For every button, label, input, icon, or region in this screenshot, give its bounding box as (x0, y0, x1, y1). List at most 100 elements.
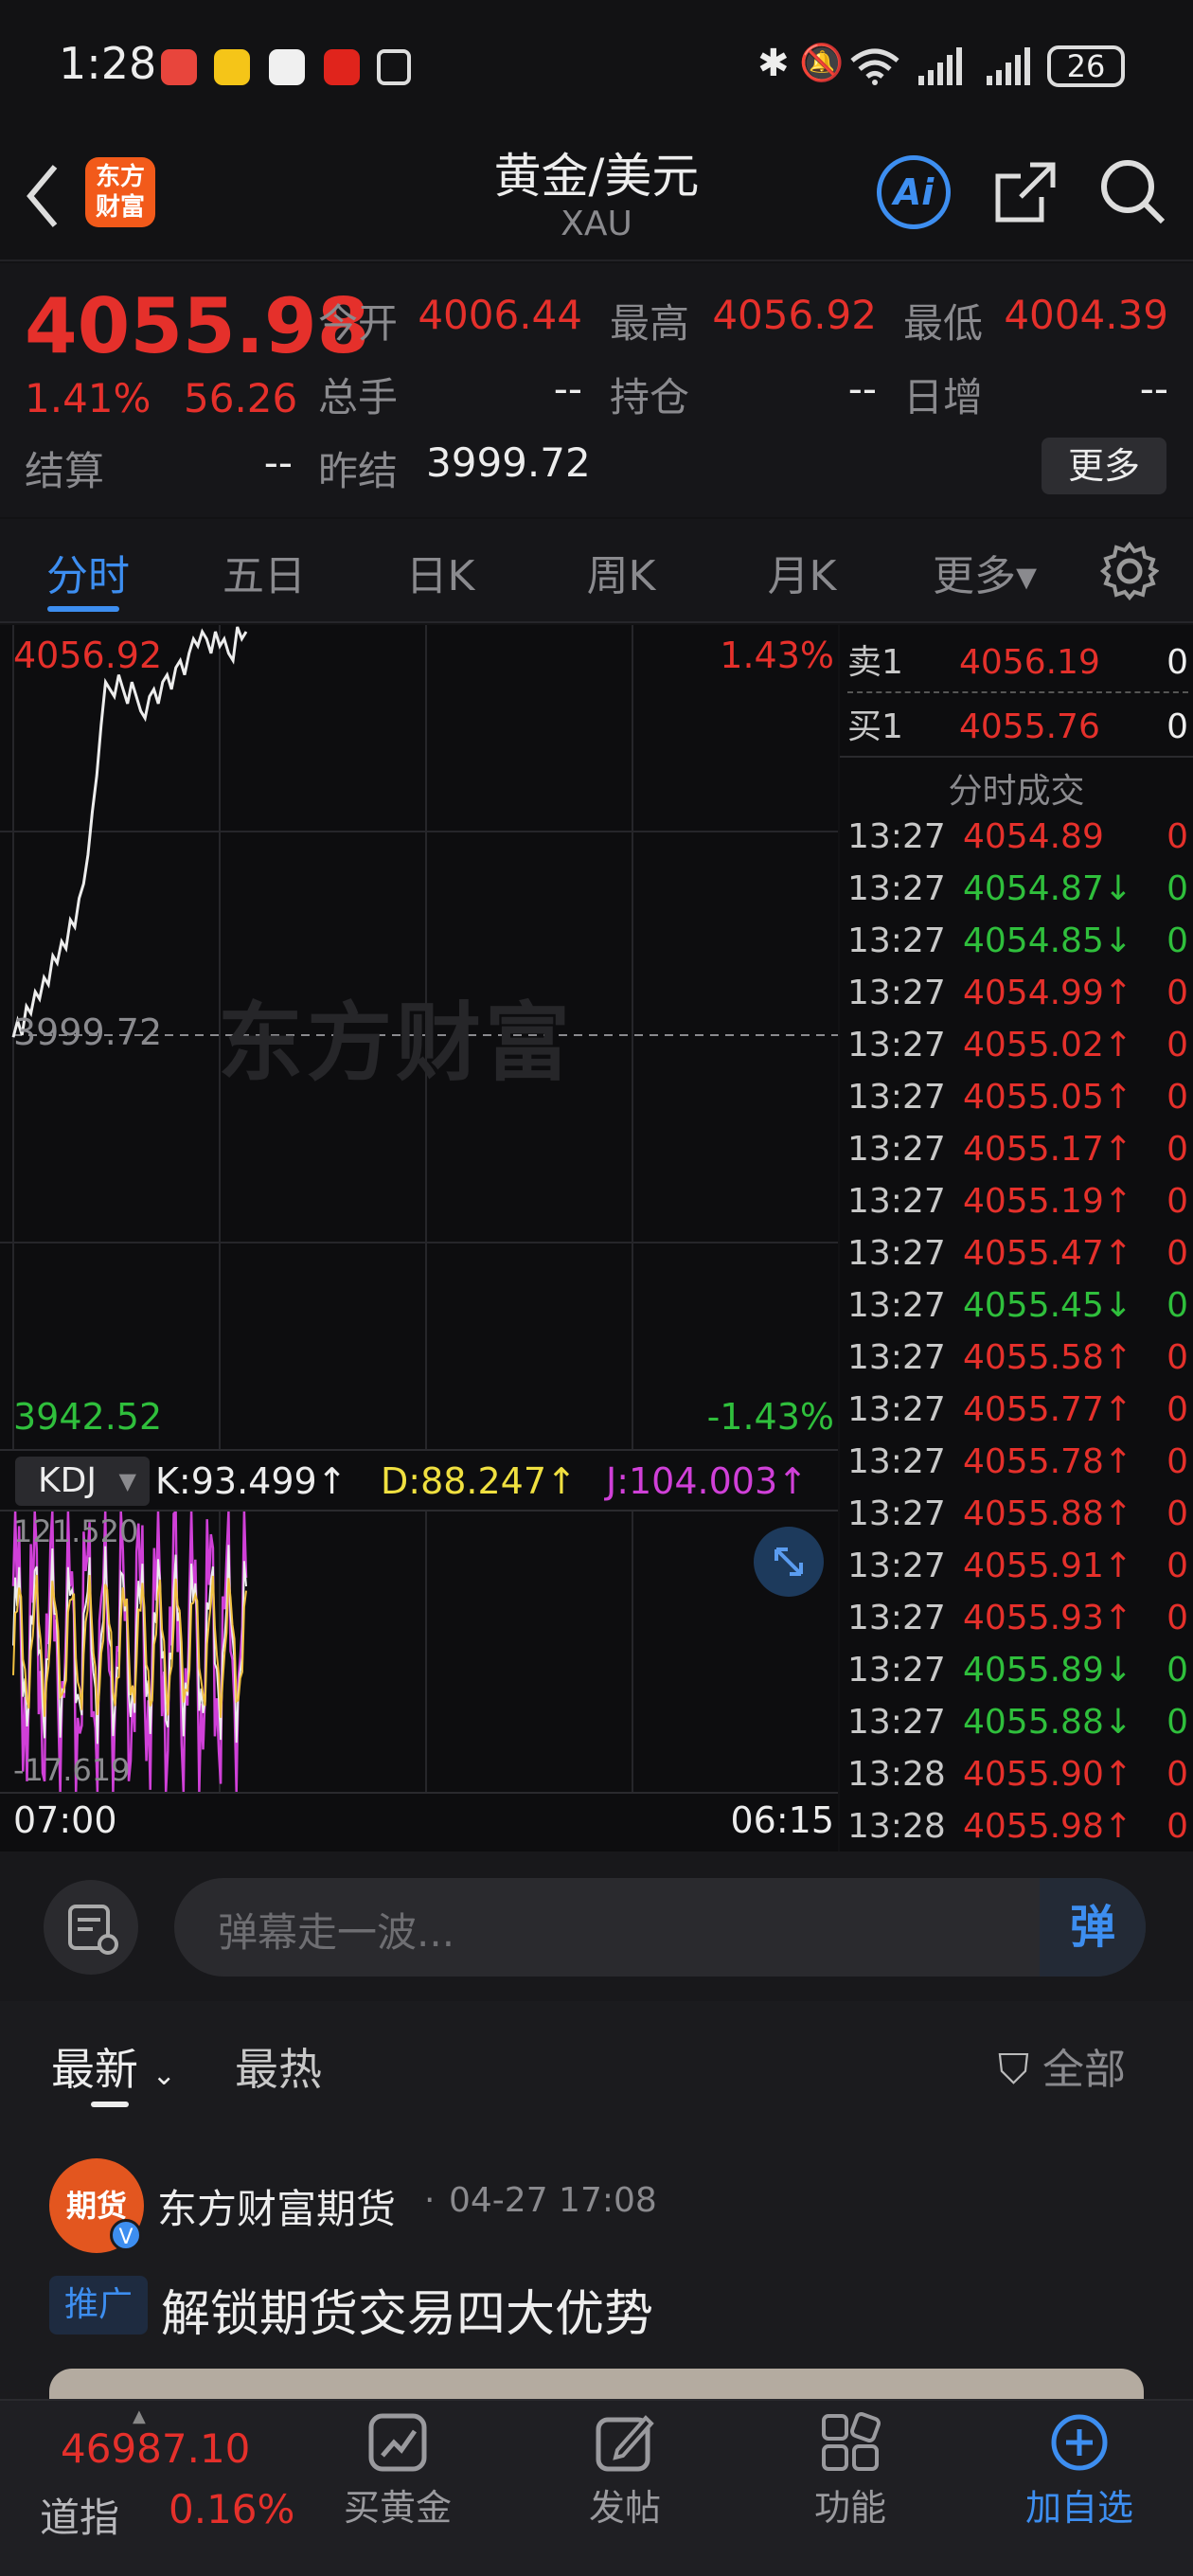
ask-volume: 0 (1166, 643, 1188, 682)
nav-add-watchlist-label: 加自选 (1024, 2487, 1133, 2529)
add-circle-icon (1051, 2414, 1108, 2471)
search-icon[interactable] (1098, 157, 1166, 225)
indicator-select[interactable]: KDJ ▼ (15, 1457, 150, 1506)
tab-weekly-k[interactable]: 周K (528, 542, 714, 602)
trade-price-value: 4054.89 (963, 817, 1104, 856)
trade-time: 13:27 (847, 869, 946, 908)
trade-time: 13:28 (847, 1755, 946, 1794)
author-name[interactable]: 东方财富期货 (157, 2177, 396, 2235)
trade-price-value: 4055.17 (963, 1130, 1104, 1169)
nav-post-label: 发帖 (588, 2487, 661, 2529)
danmu-toggle-button[interactable] (44, 1880, 138, 1975)
trade-price-value: 4054.87 (963, 869, 1104, 908)
settings-icon[interactable] (1100, 542, 1159, 600)
chart-trend-icon (368, 2413, 427, 2472)
trade-arrow-icon: ↓ (1103, 1286, 1133, 1325)
ai-button[interactable]: Ai (877, 155, 951, 229)
trade-volume: 0 (1166, 1234, 1188, 1273)
tab-daily-k[interactable]: 日K (352, 542, 528, 602)
settle-value: -- (263, 439, 293, 486)
trade-arrow-icon: ↑ (1103, 1442, 1133, 1481)
tab-monthly-k[interactable]: 月K (714, 542, 890, 602)
danmu-send-button[interactable]: 弹 (1040, 1878, 1146, 1977)
trade-volume: 0 (1166, 1390, 1188, 1429)
daily-increase-value: -- (1139, 366, 1168, 412)
ask-row: 卖1 4056.19 0 (847, 636, 1188, 689)
trade-time: 13:27 (847, 1338, 946, 1377)
trade-row: 13:27 4055.45↓ 0 (847, 1279, 1188, 1332)
filter-button[interactable]: ⛉ 全部 (998, 2035, 1126, 2096)
volume-label: 总手 (318, 374, 399, 420)
weibo-icon (214, 49, 250, 85)
trade-row: 13:27 4055.93↑ 0 (847, 1592, 1188, 1644)
trade-time: 13:27 (847, 1130, 946, 1169)
watermark: 东方财富 (218, 993, 574, 1093)
trade-row: 13:27 4055.17↑ 0 (847, 1123, 1188, 1175)
status-time: 1:28 (59, 38, 157, 89)
trade-row: 13:27 4054.89 0 (847, 811, 1188, 863)
c-app-icon (324, 49, 360, 85)
trade-volume: 0 (1166, 1547, 1188, 1585)
tab-five-day[interactable]: 五日 (176, 542, 352, 602)
tab-hottest[interactable]: 最热 (235, 2035, 322, 2098)
time-start: 07:00 (13, 1799, 117, 1841)
nav-post[interactable]: 发帖 (549, 2401, 701, 2576)
more-button[interactable]: 更多 (1042, 438, 1166, 494)
trade-price-value: 4055.58 (963, 1338, 1104, 1377)
trade-price: 4055.88↑ (963, 1488, 1132, 1540)
nav-buy-gold[interactable]: 买黄金 (322, 2401, 473, 2576)
nav-functions[interactable]: 功能 (775, 2401, 926, 2576)
divider (0, 1449, 838, 1451)
time-end: 06:15 (730, 1799, 834, 1841)
trade-price-value: 4055.93 (963, 1599, 1104, 1637)
trade-arrow-icon: ↑ (1103, 974, 1133, 1012)
trade-volume: 0 (1166, 1703, 1188, 1742)
nav-add-watchlist[interactable]: 加自选 (1004, 2401, 1155, 2576)
signal-2-icon (987, 47, 1030, 85)
post-title[interactable]: 解锁期货交易四大优势 (161, 2274, 653, 2345)
trade-price-value: 4055.78 (963, 1442, 1104, 1481)
trade-price-value: 4055.77 (963, 1390, 1104, 1429)
intraday-chart[interactable]: 东方财富 4056.92 1.43% 3999.72 3942.52 -1.43… (0, 625, 838, 1852)
kdj-k-value: K:93.499↑ (155, 1460, 347, 1502)
trade-arrow-icon: ↑ (1103, 1494, 1133, 1533)
trade-time: 13:27 (847, 1390, 946, 1429)
tab-latest-label: 最新 (51, 2044, 138, 2095)
trade-row: 13:27 4055.77↑ 0 (847, 1384, 1188, 1436)
trade-price-value: 4055.90 (963, 1755, 1104, 1794)
danmu-placeholder: 弹幕走一波... (218, 1909, 455, 1956)
tab-more[interactable]: 更多▾ (899, 542, 1070, 602)
post-separator: · (424, 2181, 436, 2220)
trade-price: 4055.45↓ (963, 1279, 1132, 1332)
ask-price: 4056.19 (959, 643, 1100, 682)
tab-intraday[interactable]: 分时 (0, 542, 176, 602)
verified-icon: V (110, 2219, 142, 2251)
bid-volume: 0 (1166, 707, 1188, 746)
tab-latest[interactable]: 最新 ⌄ (51, 2035, 176, 2098)
trade-row: 13:27 4055.91↑ 0 (847, 1540, 1188, 1592)
trade-price: 4055.90↑ (963, 1748, 1132, 1800)
indicator-name: KDJ (38, 1461, 97, 1500)
trade-price: 4055.89↓ (963, 1644, 1132, 1696)
trade-row: 13:27 4055.88↓ 0 (847, 1696, 1188, 1748)
trade-volume: 0 (1166, 1599, 1188, 1637)
fullscreen-button[interactable] (754, 1527, 824, 1597)
trade-price-value: 4055.89 (963, 1651, 1104, 1690)
trade-price-value: 4055.19 (963, 1182, 1104, 1221)
trade-price: 4055.02↑ (963, 1019, 1132, 1071)
trade-price-value: 4055.91 (963, 1547, 1104, 1585)
trade-row: 13:27 4055.02↑ 0 (847, 1019, 1188, 1071)
danmu-input[interactable]: 弹幕走一波... 弹 (174, 1878, 1146, 1977)
trade-arrow-icon: ↑ (1103, 1026, 1133, 1064)
index-ticker[interactable]: ▲ 46987.10 道指 0.16% (0, 2401, 312, 2576)
open-interest-label: 持仓 (610, 374, 690, 420)
bottom-nav: ▲ 46987.10 道指 0.16% 买黄金 发帖 功能 加自选 (0, 2399, 1193, 2576)
danmu-settings-icon (68, 1905, 118, 1955)
trade-arrow-icon: ↑ (1103, 1755, 1133, 1794)
trade-volume: 0 (1166, 817, 1188, 856)
trade-price-value: 4055.88 (963, 1494, 1104, 1533)
trade-arrow-icon: ↑ (1103, 1130, 1133, 1169)
trade-time: 13:27 (847, 974, 946, 1012)
trade-price-value: 4055.05 (963, 1078, 1104, 1117)
share-icon[interactable] (992, 159, 1059, 225)
